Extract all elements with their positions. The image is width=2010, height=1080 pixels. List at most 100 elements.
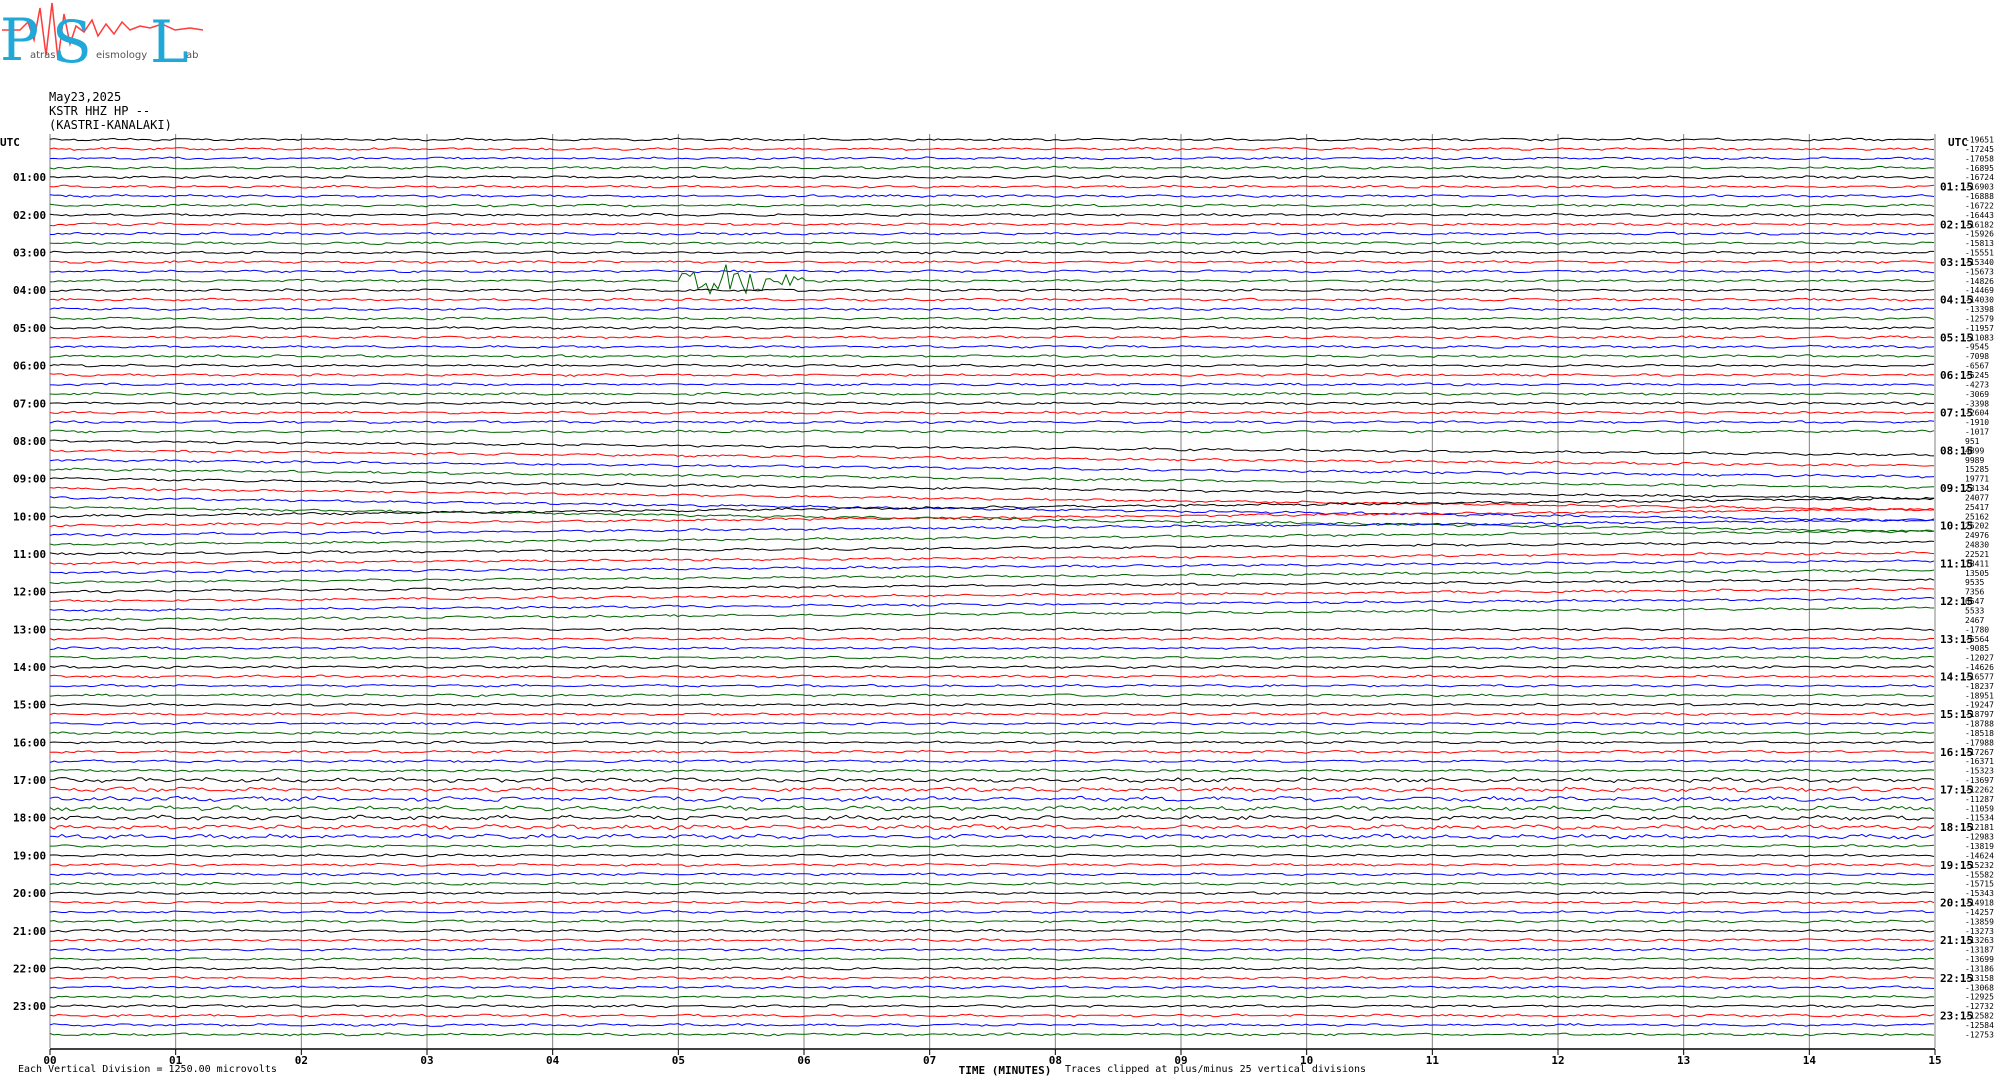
- trace-offset-label: -15813: [1965, 239, 1994, 248]
- hour-label-left: 17:00: [13, 774, 46, 787]
- seismic-trace: [49, 1004, 1935, 1009]
- seismic-trace: [49, 410, 1935, 415]
- x-tick-label: 11: [1426, 1054, 1440, 1067]
- trace-offset-label: -18951: [1965, 691, 1994, 700]
- hour-label-left: 15:00: [13, 699, 46, 712]
- seismic-trace: [49, 693, 1935, 698]
- seismic-trace: [49, 786, 1935, 793]
- seismic-trace: [49, 222, 1935, 227]
- utc-right-label: UTC: [1948, 136, 1968, 149]
- trace-offset-label: -14826: [1965, 277, 1994, 286]
- seismic-trace: [49, 241, 1935, 246]
- hour-label-left: 20:00: [13, 887, 46, 900]
- seismic-trace: [50, 269, 1935, 274]
- trace-offset-label: -11059: [1965, 804, 1994, 813]
- trace-offset-label: 9535: [1965, 578, 1984, 587]
- x-tick-label: 15: [1928, 1054, 1941, 1067]
- hour-label-left: 21:00: [13, 925, 46, 938]
- trace-offset-label: -13859: [1965, 917, 1994, 926]
- seismic-trace: [49, 596, 1935, 613]
- seismic-trace: [49, 194, 1935, 198]
- seismic-trace: [49, 156, 1935, 161]
- seismic-trace: [49, 768, 1935, 773]
- helicorder-plot: -19651-17245-17058-16895-16724-16903-168…: [0, 134, 1994, 1077]
- hour-label-right: 02:15: [1940, 218, 1973, 231]
- seismic-trace: [49, 391, 1935, 396]
- trace-offset-label: 2467: [1965, 616, 1984, 625]
- hour-label-right: 19:15: [1940, 859, 1973, 872]
- seismic-trace: [49, 985, 1935, 990]
- seismic-trace: [49, 250, 1934, 255]
- trace-offset-label: 15285: [1965, 465, 1989, 474]
- footer-scale-note: Each Vertical Division = 1250.00 microvo…: [18, 1064, 277, 1075]
- seismic-trace: [49, 683, 1935, 688]
- seismic-trace: [49, 1032, 1935, 1037]
- trace-offset-label: -13699: [1965, 955, 1994, 964]
- x-tick-label: 02: [295, 1054, 308, 1067]
- hour-label-left: 05:00: [13, 322, 46, 335]
- seismic-trace: [50, 844, 1935, 848]
- seismic-trace: [49, 712, 1934, 716]
- hour-label-right: 04:15: [1940, 294, 1973, 307]
- seismic-trace: [49, 674, 1935, 679]
- seismic-trace: [49, 335, 1935, 340]
- seismic-trace: [49, 477, 1935, 500]
- trace-offset-label: -1017: [1965, 428, 1989, 437]
- hour-label-left: 10:00: [13, 510, 46, 523]
- hour-label-right: 13:15: [1940, 633, 1973, 646]
- hour-label-left: 11:00: [13, 548, 46, 561]
- seismic-trace: [50, 975, 1935, 980]
- seismic-trace: [49, 429, 1935, 434]
- seismic-trace: [49, 862, 1935, 867]
- x-axis-title: TIME (MINUTES): [959, 1064, 1052, 1077]
- x-tick-label: 12: [1551, 1054, 1564, 1067]
- hour-label-right: 14:15: [1940, 670, 1973, 683]
- x-tick-label: 07: [923, 1054, 936, 1067]
- seismic-trace: [49, 354, 1935, 359]
- seismic-trace: [49, 749, 1935, 754]
- trace-offset-label: -16722: [1965, 201, 1994, 210]
- hour-label-right: 17:15: [1940, 783, 1973, 796]
- hour-label-right: 06:15: [1940, 369, 1973, 382]
- seismic-trace: [49, 730, 1935, 735]
- x-tick-label: 06: [797, 1054, 811, 1067]
- seismic-trace: [49, 439, 1935, 457]
- seismic-trace: [49, 203, 1935, 208]
- seismic-trace: [49, 805, 1935, 812]
- trace-offset-label: -18518: [1965, 729, 1994, 738]
- seismic-trace: [49, 137, 1935, 142]
- trace-offset-label: -19651: [1965, 136, 1994, 145]
- seismic-trace: [49, 910, 1935, 914]
- seismic-trace: [49, 316, 1935, 321]
- seismic-trace: [49, 212, 1935, 217]
- seismic-trace: [49, 994, 1935, 999]
- hour-label-right: 08:15: [1940, 444, 1973, 457]
- x-tick-label: 04: [546, 1054, 560, 1067]
- seismic-trace: [49, 518, 1935, 537]
- hour-label-right: 20:15: [1940, 897, 1973, 910]
- seismic-trace: [49, 636, 1935, 641]
- footer-clip-note: Traces clipped at plus/minus 25 vertical…: [1065, 1064, 1367, 1075]
- seismic-trace: [49, 627, 1935, 632]
- hour-label-right: 16:15: [1940, 746, 1973, 759]
- seismic-trace: [50, 655, 1935, 660]
- hour-label-left: 01:00: [13, 171, 46, 184]
- seismic-trace: [49, 325, 1935, 330]
- trace-offset-label: -12027: [1965, 654, 1994, 663]
- seismic-trace: [49, 559, 1935, 575]
- hour-label-left: 07:00: [13, 397, 46, 410]
- seismic-trace: [49, 938, 1935, 943]
- seismic-trace: [49, 814, 1935, 821]
- x-tick-label: 14: [1803, 1054, 1817, 1067]
- seismic-trace: [49, 872, 1935, 877]
- seismic-trace: [49, 759, 1935, 764]
- seismic-trace: [50, 382, 1935, 387]
- hour-label-right: 11:15: [1940, 557, 1973, 570]
- seismic-trace: [49, 795, 1935, 802]
- seismic-trace: [49, 702, 1935, 707]
- x-tick-label: 13: [1677, 1054, 1690, 1067]
- utc-left-label: UTC: [0, 136, 20, 149]
- seismic-trace: [49, 551, 1935, 566]
- hour-label-left: 14:00: [13, 661, 46, 674]
- hour-label-right: 09:15: [1940, 482, 1973, 495]
